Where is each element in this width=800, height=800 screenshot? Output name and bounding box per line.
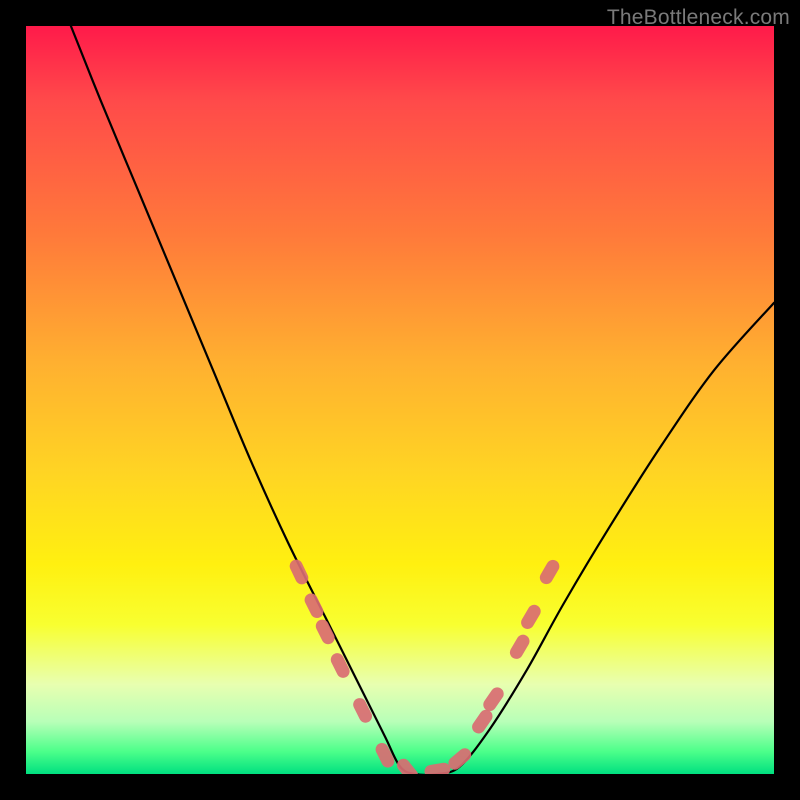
highlighted-point (470, 707, 495, 736)
highlighted-point (394, 756, 420, 774)
highlighted-point (508, 632, 532, 661)
bottleneck-curve-line (71, 26, 774, 774)
chart-plot-area (26, 26, 774, 774)
highlighted-point (537, 557, 561, 586)
highlighted-points-group (288, 557, 562, 774)
highlighted-point (302, 591, 325, 620)
highlighted-point (424, 762, 452, 774)
highlighted-point (519, 602, 543, 631)
watermark-text: TheBottleneck.com (607, 6, 790, 30)
chart-svg (26, 26, 774, 774)
